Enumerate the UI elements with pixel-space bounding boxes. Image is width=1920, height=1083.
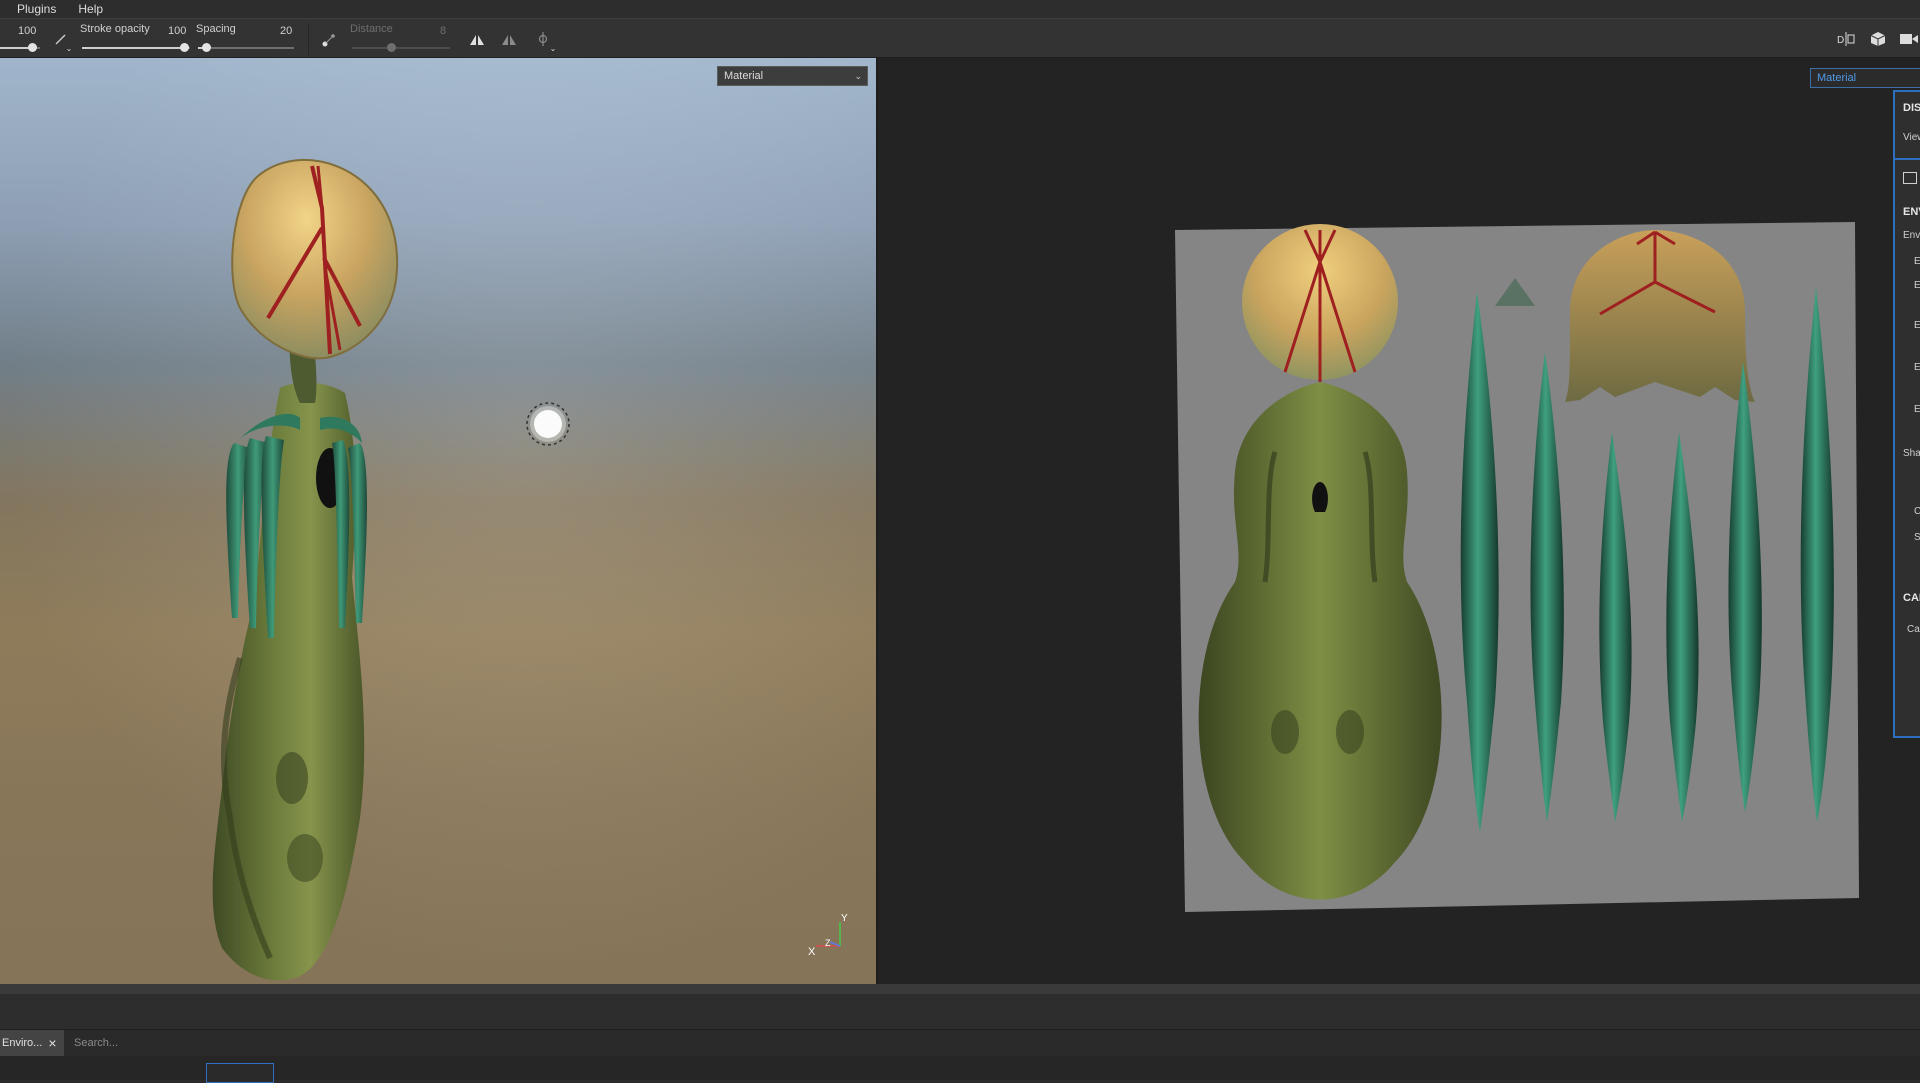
symmetry-icon[interactable]	[468, 31, 486, 49]
env-row-4: E	[1914, 362, 1920, 373]
svg-text:D: D	[1837, 35, 1844, 46]
tool-properties-bar: 100 ⌄ Stroke opacity 100 Spacing 20 Dist…	[0, 18, 1920, 58]
split-view-icon[interactable]: D	[1836, 30, 1856, 48]
bottom-panel-header	[0, 994, 1920, 1030]
spacing-slider-track[interactable]	[198, 47, 294, 49]
lazy-mouse-icon[interactable]	[320, 31, 338, 49]
viewport-3d-display-mode-dropdown[interactable]: Material ⌄	[717, 66, 868, 86]
spacing-label: Spacing	[196, 23, 236, 35]
axis-y-label: Y	[841, 913, 848, 924]
chevron-down-icon[interactable]: ⌄	[64, 43, 74, 53]
camera-label: Ca	[1907, 624, 1920, 635]
shadow-label: Sha	[1903, 448, 1920, 459]
camera-icon[interactable]	[1898, 29, 1920, 49]
shelf-thumbnail-selected[interactable]	[206, 1063, 274, 1083]
environment-settings-header[interactable]: ENV	[1903, 206, 1920, 218]
shelf-content	[0, 1056, 1920, 1083]
uv-texture-sheet	[1175, 222, 1859, 912]
env-row-5: E	[1914, 404, 1920, 415]
viewport-3d-display-mode-value: Material	[724, 70, 764, 82]
axis-x-label: X	[808, 946, 816, 958]
stroke-opacity-value: 100	[168, 25, 187, 37]
3d-viewport[interactable]: Material ⌄ Y X Z	[0, 58, 876, 984]
close-icon[interactable]: ×	[48, 1036, 56, 1050]
camera-settings-header[interactable]: CAI	[1903, 592, 1920, 604]
stroke-opacity-slider-fill	[82, 47, 184, 49]
stroke-opacity-label: Stroke opacity	[80, 23, 150, 35]
toolbar-separator	[308, 23, 309, 55]
env-row-2: E	[1914, 280, 1920, 291]
display-settings-header[interactable]: DIS	[1903, 102, 1920, 114]
size-slider-knob[interactable]	[28, 43, 37, 52]
viewport-2d-display-mode-dropdown[interactable]: Material	[1810, 68, 1920, 88]
row-c: C	[1914, 506, 1920, 517]
view-label: View	[1903, 132, 1920, 143]
spacing-value: 20	[280, 25, 293, 37]
menu-plugins[interactable]: Plugins	[17, 2, 56, 16]
distance-label: Distance	[350, 23, 393, 35]
chevron-down-icon[interactable]: ⌄	[548, 43, 558, 53]
menu-bar: Plugins Help	[0, 0, 1920, 18]
row-s: S	[1914, 532, 1920, 543]
menu-help[interactable]: Help	[78, 2, 103, 16]
3d-cube-icon[interactable]	[1868, 29, 1888, 49]
viewport-2d-display-mode-value: Material	[1817, 72, 1857, 84]
distance-value: 8	[440, 25, 447, 37]
size-value: 100	[18, 25, 37, 37]
viewport-status-strip	[0, 984, 1920, 994]
axis-z-label: Z	[825, 938, 831, 948]
distance-slider-knob[interactable]	[387, 43, 396, 52]
env-row-3: E	[1914, 320, 1920, 331]
shelf-tab-environments[interactable]: Enviro... ×	[0, 1030, 64, 1056]
symmetry-radial-icon[interactable]	[500, 31, 518, 49]
spacing-slider-knob[interactable]	[202, 43, 211, 52]
stroke-opacity-slider-knob[interactable]	[180, 43, 189, 52]
2d-viewport[interactable]: Material	[878, 58, 1920, 984]
axis-gizmo: Y X Z	[808, 913, 848, 958]
display-settings-panel: DIS View ENV Env E E E E E Sha C S CAI C…	[1893, 90, 1920, 738]
shelf-search-input[interactable]: Search...	[74, 1037, 118, 1049]
image-icon[interactable]	[1903, 172, 1917, 184]
env-row-1: E	[1914, 256, 1920, 267]
shelf-toolbar: Enviro... × Search...	[0, 1030, 1920, 1056]
shelf-tab-label: Enviro...	[2, 1037, 43, 1049]
environment-label: Env	[1903, 230, 1920, 241]
distance-slider-track[interactable]	[352, 47, 450, 49]
chevron-down-icon: ⌄	[854, 71, 862, 81]
panel-divider	[1895, 158, 1920, 160]
creature-model-3d	[212, 158, 570, 981]
